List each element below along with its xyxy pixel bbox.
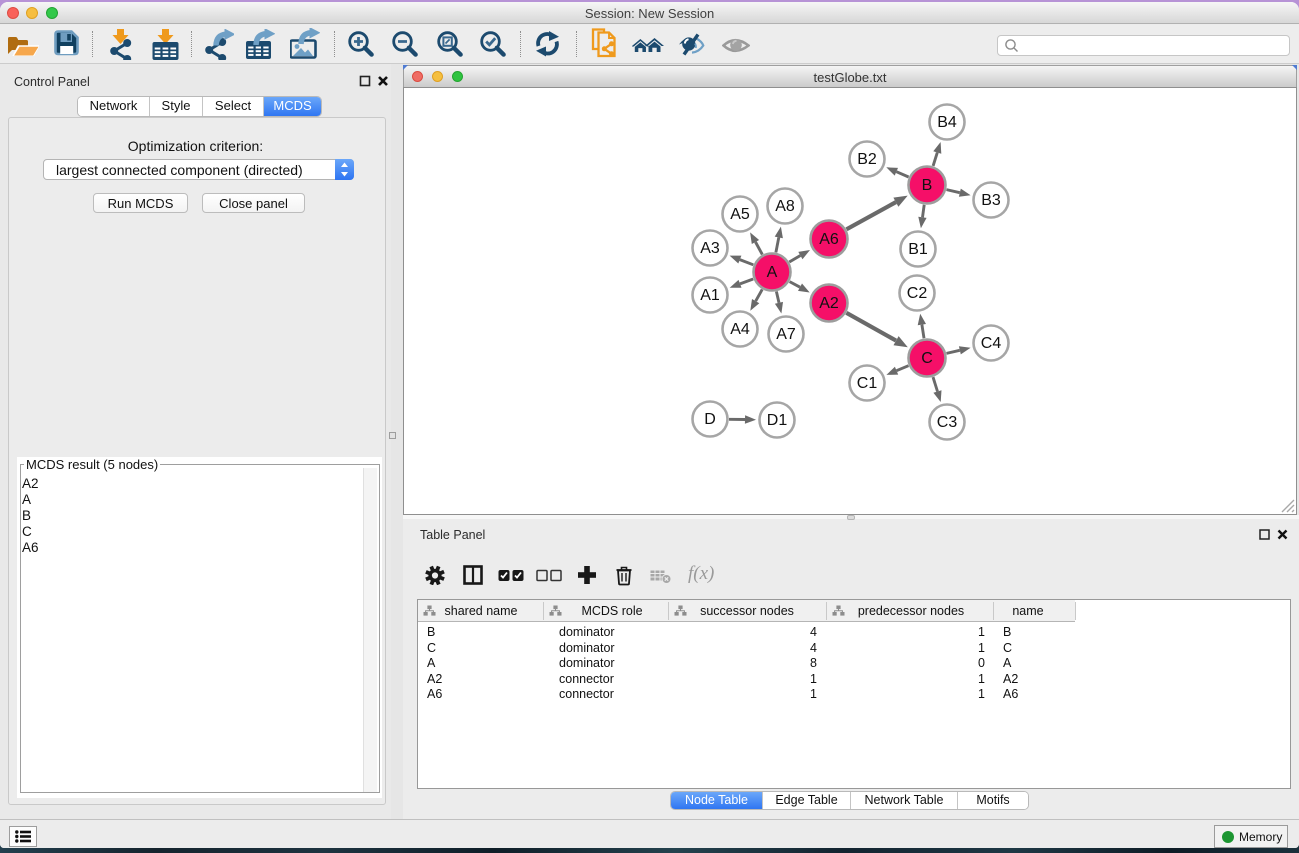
- svg-text:A4: A4: [730, 321, 750, 338]
- svg-text:B4: B4: [937, 114, 957, 131]
- svg-text:A6: A6: [819, 231, 839, 248]
- svg-text:A8: A8: [775, 198, 795, 215]
- svg-text:A2: A2: [819, 295, 839, 312]
- svg-text:A7: A7: [776, 326, 796, 343]
- svg-text:A1: A1: [700, 287, 720, 304]
- svg-text:B: B: [922, 177, 933, 194]
- svg-text:D1: D1: [767, 412, 788, 429]
- svg-text:A5: A5: [730, 206, 750, 223]
- svg-text:C1: C1: [857, 375, 878, 392]
- svg-text:A: A: [767, 264, 778, 281]
- svg-text:C2: C2: [907, 285, 928, 302]
- svg-text:B1: B1: [908, 241, 928, 258]
- svg-text:C: C: [921, 350, 933, 367]
- svg-text:D: D: [704, 411, 716, 428]
- svg-text:C3: C3: [937, 414, 958, 431]
- svg-text:A3: A3: [700, 240, 720, 257]
- svg-text:B2: B2: [857, 151, 877, 168]
- svg-text:B3: B3: [981, 192, 1001, 209]
- svg-text:C4: C4: [981, 335, 1002, 352]
